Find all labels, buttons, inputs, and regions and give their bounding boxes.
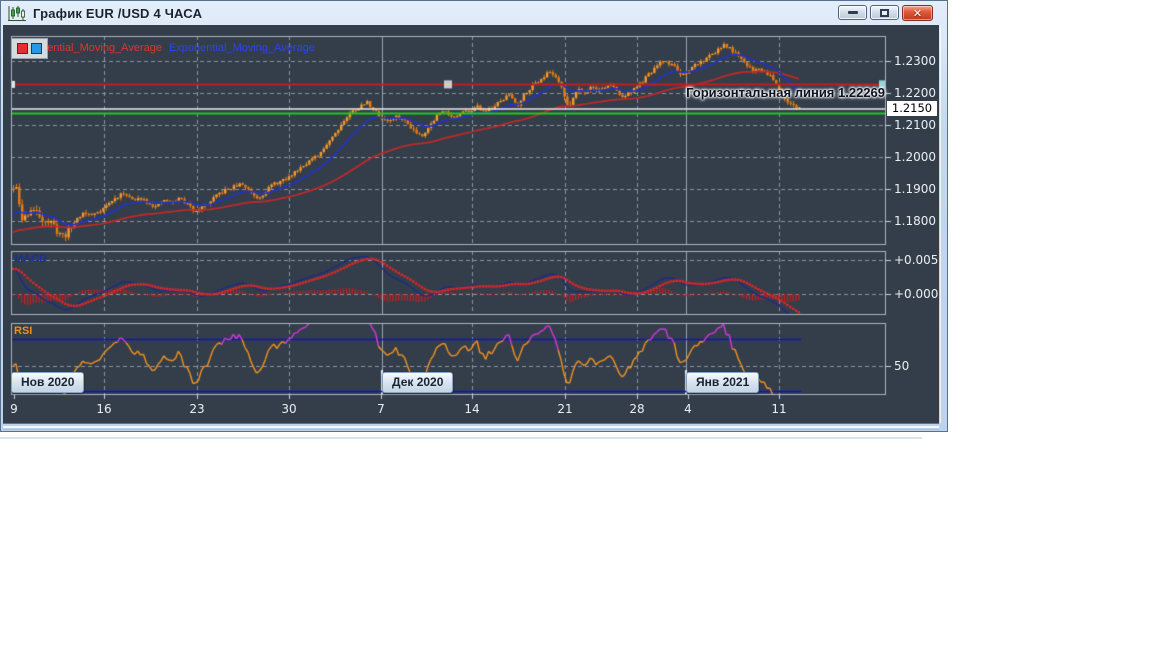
rsi-panel-label: RSI [14, 325, 33, 337]
date-axis-label: 21 [557, 402, 573, 416]
indicator-legend: Exponential_Moving_Average Exponential_M… [16, 40, 315, 56]
date-axis-label: 11 [771, 402, 787, 416]
price-axis-label: 1.2000 [894, 150, 936, 164]
price-axis-label: 1.2200 [894, 86, 936, 100]
horizontal-line-annotation: Горизонтальная линия 1.22269 [686, 85, 885, 100]
date-axis-label: 7 [377, 402, 385, 416]
date-axis-label: 9 [10, 402, 18, 416]
current-price-badge: 1.2150 [887, 101, 937, 116]
chart-overlay: Exponential_Moving_Average Exponential_M… [1, 1, 949, 433]
date-axis-label: 23 [189, 402, 205, 416]
blue-swatch[interactable] [31, 43, 42, 54]
price-axis-label: 1.2300 [894, 54, 936, 68]
window-frame-bottom-line [3, 429, 939, 430]
month-chip: Янв 2021 [686, 372, 760, 393]
rsi-axis-label: 50 [894, 358, 910, 373]
legend-ema-blue-label: Exponential_Moving_Average [168, 42, 315, 54]
date-axis-label: 28 [629, 402, 645, 416]
price-axis-label: 1.2100 [894, 118, 936, 132]
window-frame-bottom-strip [3, 426, 939, 428]
month-chip: Нов 2020 [11, 372, 85, 393]
macd-panel-label: MACD [14, 253, 47, 265]
app-window: График EUR /USD 4 ЧАСА ✕ Exponential_Mov… [0, 0, 949, 433]
date-axis-label: 4 [684, 402, 692, 416]
date-axis-label: 16 [96, 402, 112, 416]
price-axis-label: 1.1900 [894, 182, 936, 196]
window-shadow [0, 437, 922, 439]
month-chip: Дек 2020 [382, 372, 454, 393]
macd-axis-label: +0.000 [894, 287, 939, 301]
macd-axis-label: +0.005 [894, 253, 939, 267]
window-frame-highlight [940, 27, 941, 423]
red-swatch[interactable] [17, 43, 28, 54]
date-axis-label: 14 [464, 402, 480, 416]
price-axis-label: 1.1800 [894, 214, 936, 228]
date-axis-label: 30 [281, 402, 297, 416]
legend-color-swatches [11, 38, 48, 59]
